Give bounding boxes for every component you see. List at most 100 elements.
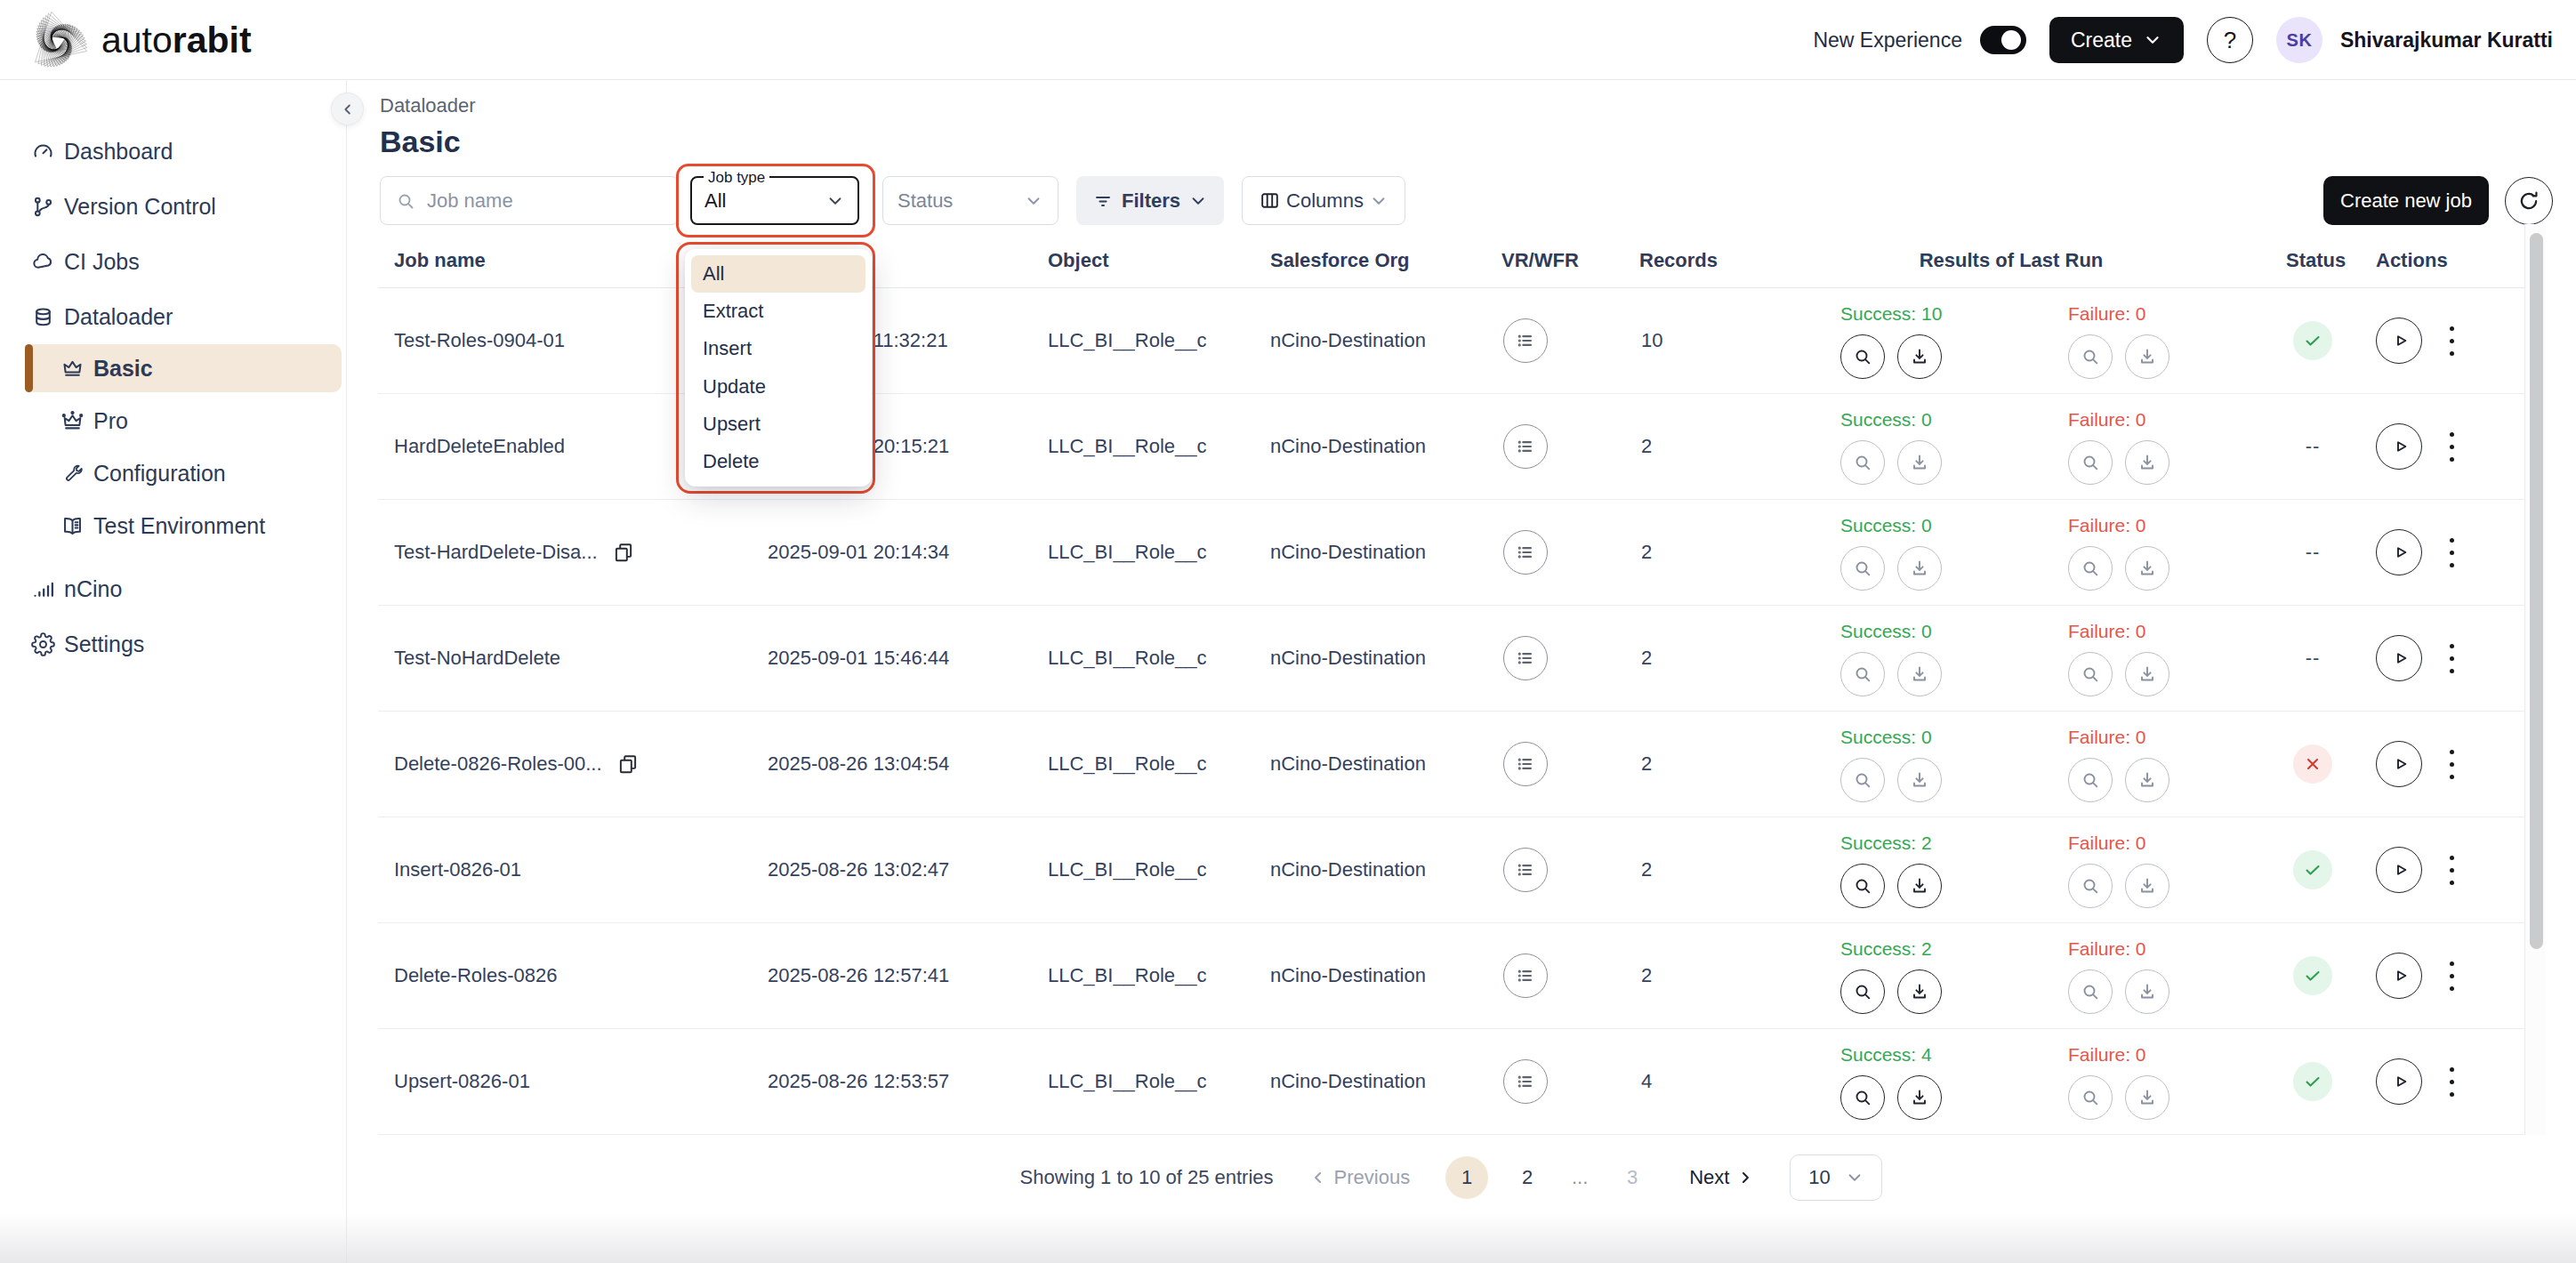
view-results-button[interactable] xyxy=(2068,969,2113,1014)
status-filter-select[interactable]: Status xyxy=(882,176,1059,225)
sidebar-item-configuration[interactable]: Configuration xyxy=(0,447,346,500)
table-row: Test-NoHardDelete 2025-09-01 15:46:44 LL… xyxy=(378,606,2524,712)
sidebar-item-ncino[interactable]: nCino xyxy=(0,561,346,616)
sidebar-collapse-button[interactable] xyxy=(331,93,364,125)
job-type-option-delete[interactable]: Delete xyxy=(691,443,865,480)
vr-wfr-button[interactable] xyxy=(1503,1059,1548,1104)
view-results-button[interactable] xyxy=(2068,652,2113,696)
view-results-button[interactable] xyxy=(2068,546,2113,591)
view-results-button[interactable] xyxy=(2068,1075,2113,1120)
view-results-button[interactable] xyxy=(2068,864,2113,908)
download-results-button[interactable] xyxy=(1897,969,1942,1014)
download-results-button[interactable] xyxy=(2125,334,2169,379)
download-results-button[interactable] xyxy=(1897,652,1942,696)
breadcrumb[interactable]: Dataloader xyxy=(380,94,476,117)
run-job-button[interactable] xyxy=(2376,847,2422,893)
view-results-button[interactable] xyxy=(2068,440,2113,485)
copy-icon[interactable] xyxy=(616,752,640,776)
sidebar-item-basic[interactable]: Basic xyxy=(25,344,342,392)
new-experience-toggle[interactable] xyxy=(1980,26,2026,54)
run-job-button[interactable] xyxy=(2376,423,2422,470)
vr-wfr-button[interactable] xyxy=(1503,848,1548,892)
sidebar-item-version-control[interactable]: Version Control xyxy=(0,179,346,234)
sidebar-item-dataloader[interactable]: Dataloader xyxy=(0,289,346,344)
download-results-button[interactable] xyxy=(1897,758,1942,802)
page-button-2[interactable]: 2 xyxy=(1506,1156,1549,1199)
download-results-button[interactable] xyxy=(2125,864,2169,908)
avatar[interactable]: SK xyxy=(2276,17,2322,63)
view-results-button[interactable] xyxy=(1840,864,1885,908)
more-actions-button[interactable] xyxy=(2446,958,2458,994)
view-results-button[interactable] xyxy=(1840,652,1885,696)
job-type-option-upsert[interactable]: Upsert xyxy=(691,406,865,443)
view-results-button[interactable] xyxy=(1840,334,1885,379)
previous-page-button[interactable]: Previous xyxy=(1309,1166,1411,1189)
job-type-select[interactable]: Job type All xyxy=(690,176,859,225)
download-results-button[interactable] xyxy=(2125,1075,2169,1120)
vr-wfr-button[interactable] xyxy=(1503,424,1548,469)
run-job-button[interactable] xyxy=(2376,741,2422,787)
download-results-button[interactable] xyxy=(2125,758,2169,802)
more-actions-button[interactable] xyxy=(2446,852,2458,889)
scrollbar-thumb[interactable] xyxy=(2530,233,2543,949)
run-job-button[interactable] xyxy=(2376,529,2422,575)
download-results-button[interactable] xyxy=(2125,546,2169,591)
job-name-text: Upsert-0826-01 xyxy=(394,1070,530,1093)
job-type-option-extract[interactable]: Extract xyxy=(691,293,865,330)
vr-wfr-button[interactable] xyxy=(1503,953,1548,998)
copy-icon[interactable] xyxy=(612,541,635,564)
download-results-button[interactable] xyxy=(2125,440,2169,485)
vr-wfr-button[interactable] xyxy=(1503,530,1548,575)
page-button-3[interactable]: 3 xyxy=(1611,1156,1654,1199)
chevron-right-icon xyxy=(1736,1169,1754,1187)
download-results-button[interactable] xyxy=(1897,546,1942,591)
sidebar-item-settings[interactable]: Settings xyxy=(0,616,346,672)
download-results-button[interactable] xyxy=(1897,864,1942,908)
pagination-footer: Showing 1 to 10 of 25 entries Previous 1… xyxy=(378,1135,2524,1220)
view-results-button[interactable] xyxy=(1840,546,1885,591)
run-job-button[interactable] xyxy=(2376,953,2422,999)
create-button[interactable]: Create xyxy=(2049,17,2184,63)
vr-wfr-button[interactable] xyxy=(1503,318,1548,363)
download-results-button[interactable] xyxy=(1897,334,1942,379)
more-actions-button[interactable] xyxy=(2446,746,2458,783)
help-button[interactable]: ? xyxy=(2207,17,2253,63)
columns-icon xyxy=(1259,189,1281,212)
run-job-button[interactable] xyxy=(2376,635,2422,681)
view-results-button[interactable] xyxy=(1840,1075,1885,1120)
view-results-button[interactable] xyxy=(1840,758,1885,802)
vr-wfr-button[interactable] xyxy=(1503,636,1548,680)
page-button-1[interactable]: 1 xyxy=(1445,1156,1488,1199)
page-size-select[interactable]: 10 xyxy=(1790,1154,1882,1201)
view-results-button[interactable] xyxy=(1840,969,1885,1014)
view-results-button[interactable] xyxy=(1840,440,1885,485)
run-job-button[interactable] xyxy=(2376,318,2422,364)
download-results-button[interactable] xyxy=(1897,440,1942,485)
job-type-option-all[interactable]: All xyxy=(691,255,865,293)
more-actions-button[interactable] xyxy=(2446,1064,2458,1100)
create-new-job-button[interactable]: Create new job xyxy=(2323,176,2489,225)
more-actions-button[interactable] xyxy=(2446,429,2458,465)
vr-wfr-button[interactable] xyxy=(1503,742,1548,786)
download-results-button[interactable] xyxy=(1897,1075,1942,1120)
download-results-button[interactable] xyxy=(2125,652,2169,696)
sidebar-item-dashboard[interactable]: Dashboard xyxy=(0,124,346,179)
filters-button[interactable]: Filters xyxy=(1076,176,1224,225)
download-results-button[interactable] xyxy=(2125,969,2169,1014)
refresh-button[interactable] xyxy=(2505,177,2553,225)
next-page-button[interactable]: Next xyxy=(1689,1166,1754,1189)
sidebar-item-test-environment[interactable]: Test Environment xyxy=(0,500,346,552)
sidebar-item-ci-jobs[interactable]: CI Jobs xyxy=(0,234,346,289)
columns-button[interactable]: Columns xyxy=(1242,176,1405,225)
job-type-option-insert[interactable]: Insert xyxy=(691,330,865,367)
sidebar-item-pro[interactable]: Pro xyxy=(0,395,346,447)
more-actions-button[interactable] xyxy=(2446,535,2458,571)
more-actions-button[interactable] xyxy=(2446,323,2458,359)
view-results-button[interactable] xyxy=(2068,758,2113,802)
view-results-button[interactable] xyxy=(2068,334,2113,379)
run-job-button[interactable] xyxy=(2376,1058,2422,1105)
more-actions-button[interactable] xyxy=(2446,640,2458,677)
job-name-search-input[interactable]: Job name xyxy=(380,176,679,225)
job-type-option-update[interactable]: Update xyxy=(691,368,865,406)
vertical-scrollbar[interactable] xyxy=(2524,224,2546,1135)
